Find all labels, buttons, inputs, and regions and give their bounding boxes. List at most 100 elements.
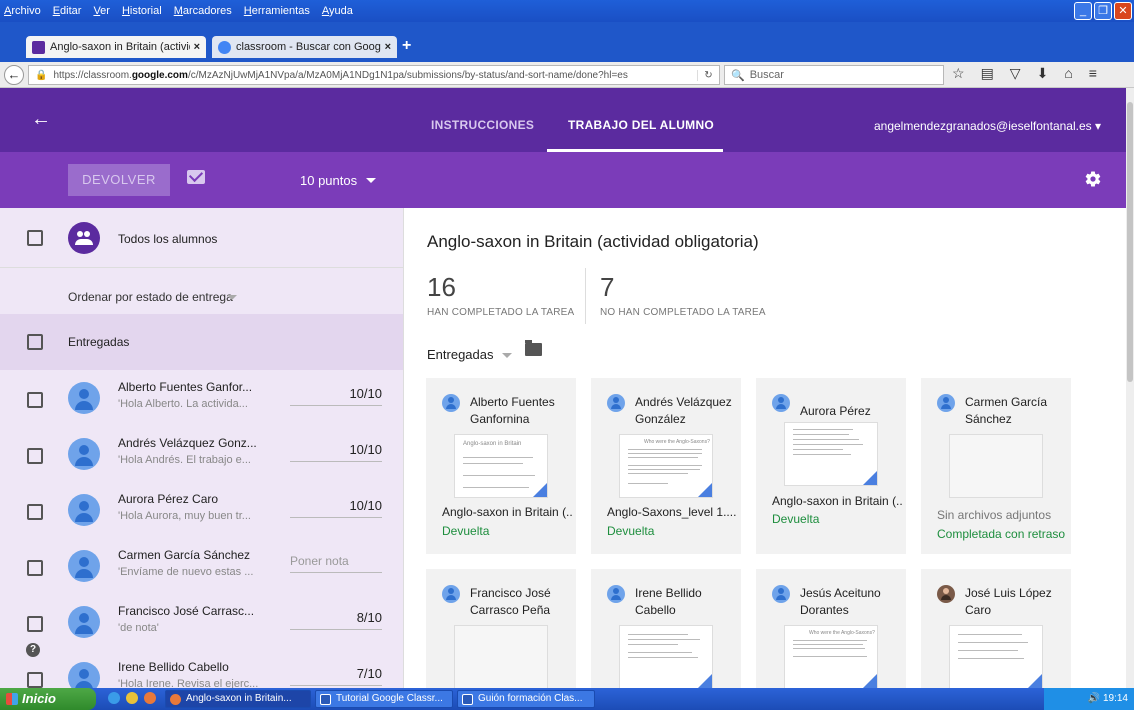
attachment-name[interactable]: Anglo-saxon in Britain (... <box>442 505 572 519</box>
browser-tab-strip: Anglo-saxon in Britain (activid... × cla… <box>0 22 1134 62</box>
pocket-icon[interactable]: ▽ <box>1010 65 1021 82</box>
student-checkbox[interactable] <box>27 504 43 520</box>
sort-dropdown[interactable]: Ordenar por estado de entrega <box>68 290 233 304</box>
student-row[interactable]: Andrés Velázquez Gonz... 'Hola Andrés. E… <box>0 428 403 486</box>
points-selector[interactable]: 10 puntos <box>300 173 357 188</box>
submission-card[interactable]: Alberto Fuentes Ganfornina Anglo-saxon i… <box>426 378 576 554</box>
document-thumbnail[interactable] <box>619 625 713 688</box>
all-students-row[interactable]: Todos los alumnos <box>0 208 403 268</box>
avatar <box>607 585 625 603</box>
submission-card[interactable]: Carmen García Sánchez Sin archivos adjun… <box>921 378 1071 554</box>
taskbar-item[interactable]: Tutorial Google Classr... <box>315 690 453 708</box>
volume-icon[interactable]: 🔊 <box>1088 693 1100 704</box>
mail-icon[interactable] <box>187 170 205 184</box>
text-line <box>628 483 668 484</box>
menu-herramientas[interactable]: Herramientas <box>244 5 310 17</box>
avatar <box>68 550 100 582</box>
student-row[interactable]: Francisco José Carrasc... 'de nota' 8/10 <box>0 596 403 654</box>
grade-field[interactable]: 8/10 <box>290 610 382 630</box>
menu-icon[interactable]: ≡ <box>1089 65 1097 82</box>
student-row[interactable]: Irene Bellido Cabello 'Hola Irene. Revis… <box>0 652 403 688</box>
gear-icon[interactable] <box>1084 170 1102 188</box>
comment-preview: 'Envíame de nuevo estas ... <box>118 566 254 578</box>
scrollbar-thumb[interactable] <box>1127 102 1133 382</box>
attachment-name[interactable]: Anglo-Saxons_level 1.... <box>607 505 737 519</box>
reading-list-icon[interactable]: ▤ <box>981 65 994 82</box>
close-tab-icon[interactable]: × <box>194 41 200 53</box>
menu-historial[interactable]: Historial <box>122 5 162 17</box>
reload-icon[interactable]: ↻ <box>697 69 719 81</box>
text-line <box>793 429 853 430</box>
student-row[interactable]: Carmen García Sánchez 'Envíame de nuevo … <box>0 540 403 598</box>
browser-search-input[interactable]: 🔍 Buscar <box>724 65 944 85</box>
browser-menu-bar: Archivo Editar Ver Historial Marcadores … <box>0 0 1134 22</box>
grade-field[interactable]: 10/10 <box>290 386 382 406</box>
maximize-button[interactable]: ❐ <box>1094 2 1112 20</box>
bookmark-star-icon[interactable]: ☆ <box>952 65 965 82</box>
downloads-icon[interactable]: ⬇ <box>1037 65 1049 82</box>
grade-field[interactable]: Poner nota <box>290 554 382 573</box>
browser-back-button[interactable]: ← <box>4 65 24 85</box>
student-checkbox[interactable] <box>27 672 43 688</box>
grade-field[interactable]: 10/10 <box>290 498 382 518</box>
document-thumbnail[interactable]: Anglo-saxon in Britain <box>454 434 548 498</box>
chevron-down-icon[interactable] <box>502 353 512 358</box>
text-line <box>793 640 867 641</box>
all-students-checkbox[interactable] <box>27 230 43 246</box>
chrome-icon[interactable] <box>126 692 138 704</box>
submission-card[interactable]: José Luis López Caro <box>921 569 1071 688</box>
folder-icon[interactable] <box>525 340 542 356</box>
account-menu[interactable]: angelmendezgranados@ieselfontanal.es ▾ <box>874 119 1101 133</box>
close-window-button[interactable]: ✕ <box>1114 2 1132 20</box>
menu-archivo[interactable]: Archivo <box>4 5 41 17</box>
document-thumbnail[interactable]: Who were the Anglo-Saxons? <box>784 625 878 688</box>
tab-instructions[interactable]: INSTRUCCIONES <box>431 118 534 132</box>
document-thumbnail[interactable]: Who were the Anglo-Saxons? <box>619 434 713 498</box>
student-checkbox[interactable] <box>27 448 43 464</box>
taskbar-item[interactable]: Guión formación Clas... <box>457 690 595 708</box>
menu-ayuda[interactable]: Ayuda <box>322 5 353 17</box>
group-header-row[interactable]: Entregadas <box>0 314 403 370</box>
close-tab-icon[interactable]: × <box>385 41 391 53</box>
submission-card[interactable]: Francisco José Carrasco Peña <box>426 569 576 688</box>
comment-preview: 'Hola Alberto. La activida... <box>118 398 248 410</box>
help-icon[interactable]: ? <box>26 643 40 657</box>
address-bar[interactable]: 🔒 https://classroom.google.com/c/MzAzNjU… <box>28 65 720 85</box>
chevron-down-icon[interactable] <box>366 178 376 183</box>
attachment-name[interactable]: Anglo-saxon in Britain (... <box>772 494 902 508</box>
student-checkbox[interactable] <box>27 392 43 408</box>
document-thumbnail[interactable] <box>949 625 1043 688</box>
vertical-scrollbar[interactable] <box>1126 88 1134 688</box>
student-row[interactable]: Aurora Pérez Caro 'Hola Aurora, muy buen… <box>0 484 403 542</box>
grade-field[interactable]: 10/10 <box>290 442 382 462</box>
back-arrow-icon[interactable]: ← <box>31 108 51 131</box>
menu-editar[interactable]: Editar <box>53 5 82 17</box>
ie-icon[interactable] <box>108 692 120 704</box>
student-row[interactable]: Alberto Fuentes Ganfor... 'Hola Alberto.… <box>0 372 403 430</box>
student-checkbox[interactable] <box>27 560 43 576</box>
document-thumbnail[interactable] <box>784 422 878 486</box>
word-icon <box>320 694 331 705</box>
start-button[interactable]: Inicio <box>0 688 96 710</box>
student-checkbox[interactable] <box>27 616 43 632</box>
taskbar-item[interactable]: Anglo-saxon in Britain... <box>165 690 311 708</box>
tab-student-work[interactable]: TRABAJO DEL ALUMNO <box>568 118 714 132</box>
minimize-button[interactable]: _ <box>1074 2 1092 20</box>
group-checkbox[interactable] <box>27 334 43 350</box>
text-line <box>628 449 702 450</box>
tab-anglo-saxon[interactable]: Anglo-saxon in Britain (activid... × <box>26 36 206 58</box>
firefox-icon[interactable] <box>144 692 156 704</box>
menu-marcadores[interactable]: Marcadores <box>174 5 232 17</box>
return-button[interactable]: DEVOLVER <box>68 164 170 196</box>
filter-dropdown[interactable]: Entregadas <box>427 347 494 362</box>
grade-field[interactable]: 7/10 <box>290 666 382 686</box>
tab-google-search[interactable]: classroom - Buscar con Google × <box>212 36 397 58</box>
submission-card[interactable]: Andrés Velázquez González Who were the A… <box>591 378 741 554</box>
submission-card[interactable]: Jesús Aceituno Dorantes Who were the Ang… <box>756 569 906 688</box>
submission-card[interactable]: Aurora Pérez Caro Anglo-saxon in Britain… <box>756 378 906 554</box>
new-tab-button[interactable]: + <box>402 37 411 55</box>
home-icon[interactable]: ⌂ <box>1064 65 1072 82</box>
chevron-down-icon[interactable] <box>227 295 237 300</box>
menu-ver[interactable]: Ver <box>93 5 110 17</box>
submission-card[interactable]: Irene Bellido Cabello <box>591 569 741 688</box>
